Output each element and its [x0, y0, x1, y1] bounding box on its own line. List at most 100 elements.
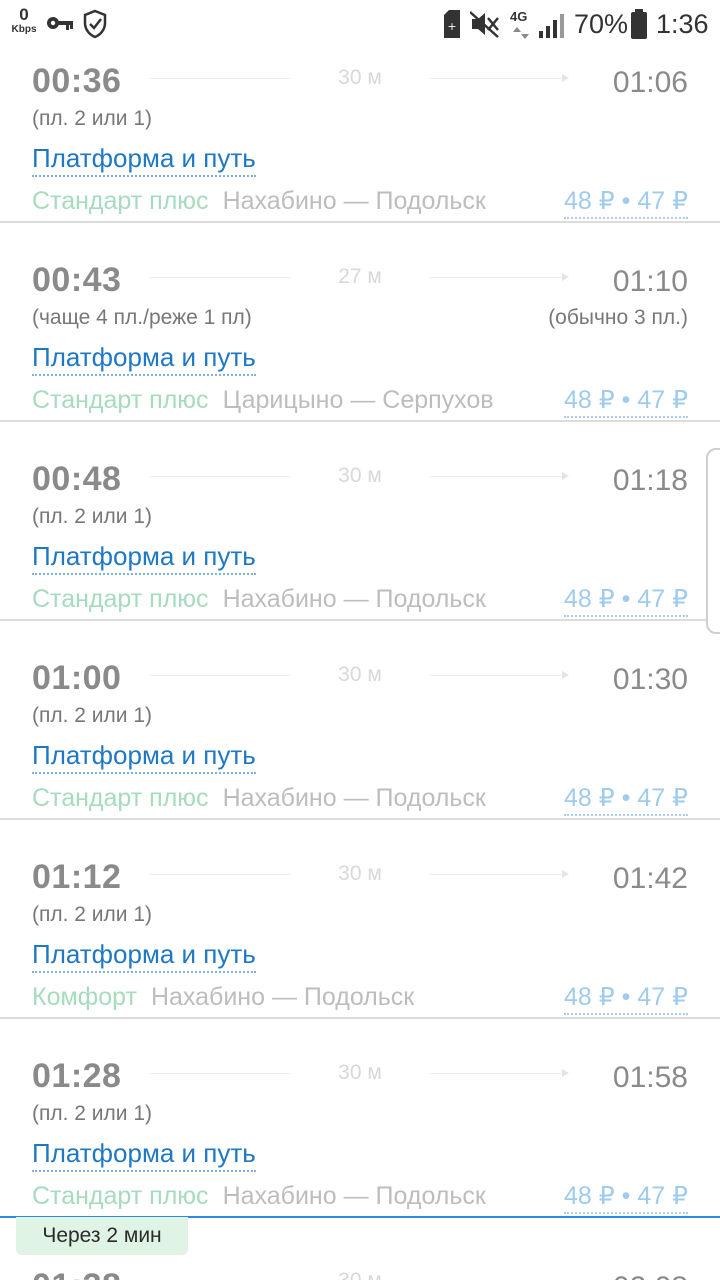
train-type: Стандарт плюс: [32, 386, 209, 414]
train-row[interactable]: 00:36 30 м 01:06 (пл. 2 или 1) Платформа…: [0, 25, 720, 223]
schedule-screen: 0 Kbps + 4G 70% 1:36 00:36 30 м 01:06 (п…: [0, 0, 720, 1280]
network-speed: 0 Kbps: [10, 5, 38, 36]
duration: 30 м: [338, 1061, 382, 1084]
clock: 1:36: [656, 9, 709, 39]
platform-and-track-link[interactable]: Платформа и путь: [32, 340, 256, 376]
departure-platform: (пл. 2 или 1): [32, 704, 153, 727]
train-row[interactable]: 01:28 30 м 01:58 (пл. 2 или 1) Платформа…: [0, 1020, 720, 1218]
route-line: [150, 675, 290, 676]
departure-platform: (пл. 2 или 1): [32, 903, 153, 926]
signal-icon: [538, 12, 566, 43]
departure-time: 01:12: [32, 858, 122, 896]
network-speed-value: 0: [19, 5, 29, 24]
duration: 30 м: [338, 464, 382, 487]
route-line: [430, 1073, 564, 1074]
train-type: Стандарт плюс: [32, 187, 209, 215]
train-type: Комфорт: [32, 983, 137, 1011]
platform-and-track-link[interactable]: Платформа и путь: [32, 1136, 256, 1172]
scroll-handle[interactable]: [706, 448, 720, 634]
departure-time: 01:28: [32, 1057, 122, 1095]
route-line: [150, 277, 290, 278]
mute-icon: [469, 10, 500, 43]
route-line: [430, 675, 564, 676]
arrow-right-icon: [562, 472, 569, 480]
ticket-price[interactable]: 48 ₽ • 47 ₽: [564, 981, 688, 1015]
route-line: [430, 476, 564, 477]
train-info: Стандарт плюс Нахабино — Подольск: [32, 583, 486, 615]
route-line: [150, 78, 290, 79]
route-line: [150, 476, 290, 477]
arrival-time: 01:18: [612, 464, 688, 497]
train-route: Нахабино — Подольск: [222, 585, 486, 613]
duration: 30 м: [336, 1268, 384, 1280]
arrow-right-icon: [562, 1069, 569, 1077]
ticket-price[interactable]: 48 ₽ • 47 ₽: [564, 782, 688, 816]
departure-time: 00:36: [32, 62, 122, 100]
duration: 30 м: [338, 66, 382, 89]
ticket-price[interactable]: 48 ₽ • 47 ₽: [564, 384, 688, 418]
route-line: [430, 277, 564, 278]
route-line: [150, 1073, 290, 1074]
departure-time: 01:00: [32, 659, 122, 697]
train-route: Нахабино — Подольск: [222, 784, 486, 812]
train-type: Стандарт плюс: [32, 585, 209, 613]
status-bar: 0 Kbps + 4G 70% 1:36: [0, 0, 720, 48]
train-route: Нахабино — Подольск: [150, 983, 415, 1011]
train-info: Стандарт плюс Нахабино — Подольск: [32, 1180, 486, 1212]
departure-platform: (пл. 2 или 1): [32, 1102, 153, 1125]
train-route: Царицыно — Серпухов: [222, 386, 494, 414]
route-line: [150, 874, 290, 875]
ticket-price[interactable]: 48 ₽ • 47 ₽: [564, 583, 688, 617]
arrow-right-icon: [562, 273, 569, 281]
route-line: [430, 78, 564, 79]
departure-platform: (чаще 4 пл./реже 1 пл): [32, 306, 252, 329]
train-row[interactable]: 01:00 30 м 01:30 (пл. 2 или 1) Платформа…: [0, 622, 720, 820]
arrival-platform: (обычно 3 пл.): [548, 306, 688, 329]
sim-icon: +: [442, 10, 462, 43]
svg-text:+: +: [447, 20, 456, 33]
platform-and-track-link[interactable]: Платформа и путь: [32, 141, 256, 177]
duration: 30 м: [338, 862, 382, 885]
arrival-time: 01:30: [612, 663, 688, 696]
arrival-time: 02:08: [613, 1268, 688, 1280]
network-type: 4G: [510, 9, 528, 24]
train-route: Нахабино — Подольск: [222, 187, 486, 215]
train-info: Комфорт Нахабино — Подольск: [32, 981, 414, 1013]
key-icon: [46, 14, 74, 37]
train-row[interactable]: 01:12 30 м 01:42 (пл. 2 или 1) Платформа…: [0, 821, 720, 1019]
arrival-time: 01:58: [612, 1061, 688, 1094]
ticket-price[interactable]: 48 ₽ • 47 ₽: [564, 185, 688, 219]
network-speed-unit: Kbps: [11, 24, 37, 35]
departure-platform: (пл. 2 или 1): [32, 505, 153, 528]
platform-and-track-link[interactable]: Платформа и путь: [32, 738, 256, 774]
battery-icon: [630, 9, 648, 44]
train-row[interactable]: 00:48 30 м 01:18 (пл. 2 или 1) Платформа…: [0, 423, 720, 621]
arrow-right-icon: [562, 671, 569, 679]
train-route: Нахабино — Подольск: [222, 1182, 486, 1210]
platform-and-track-link[interactable]: Платформа и путь: [32, 937, 256, 973]
duration: 30 м: [338, 663, 382, 686]
arrival-time: 01:06: [612, 66, 688, 99]
platform-and-track-link[interactable]: Платформа и путь: [32, 539, 256, 575]
data-arrows-icon: [512, 26, 532, 44]
ticket-price[interactable]: 48 ₽ • 47 ₽: [564, 1180, 688, 1214]
train-info: Стандарт плюс Нахабино — Подольск: [32, 185, 486, 217]
next-train-badge: Через 2 мин: [16, 1217, 188, 1255]
train-info: Стандарт плюс Нахабино — Подольск: [32, 782, 486, 814]
departure-time: 00:48: [32, 460, 122, 498]
train-info: Стандарт плюс Царицыно — Серпухов: [32, 384, 494, 416]
arrival-time: 01:42: [612, 862, 688, 895]
battery-percent: 70%: [574, 9, 629, 39]
duration: 27 м: [338, 265, 382, 288]
route-line: [430, 874, 564, 875]
arrow-right-icon: [562, 74, 569, 82]
departure-platform: (пл. 2 или 1): [32, 107, 153, 130]
shield-icon: [82, 9, 108, 44]
train-row[interactable]: 00:43 27 м 01:10 (чаще 4 пл./реже 1 пл) …: [0, 224, 720, 422]
train-type: Стандарт плюс: [32, 784, 209, 812]
departure-time: 01:38: [32, 1266, 121, 1280]
train-type: Стандарт плюс: [32, 1182, 209, 1210]
arrow-right-icon: [562, 870, 569, 878]
arrival-time: 01:10: [612, 265, 688, 298]
departure-time: 00:43: [32, 261, 122, 299]
